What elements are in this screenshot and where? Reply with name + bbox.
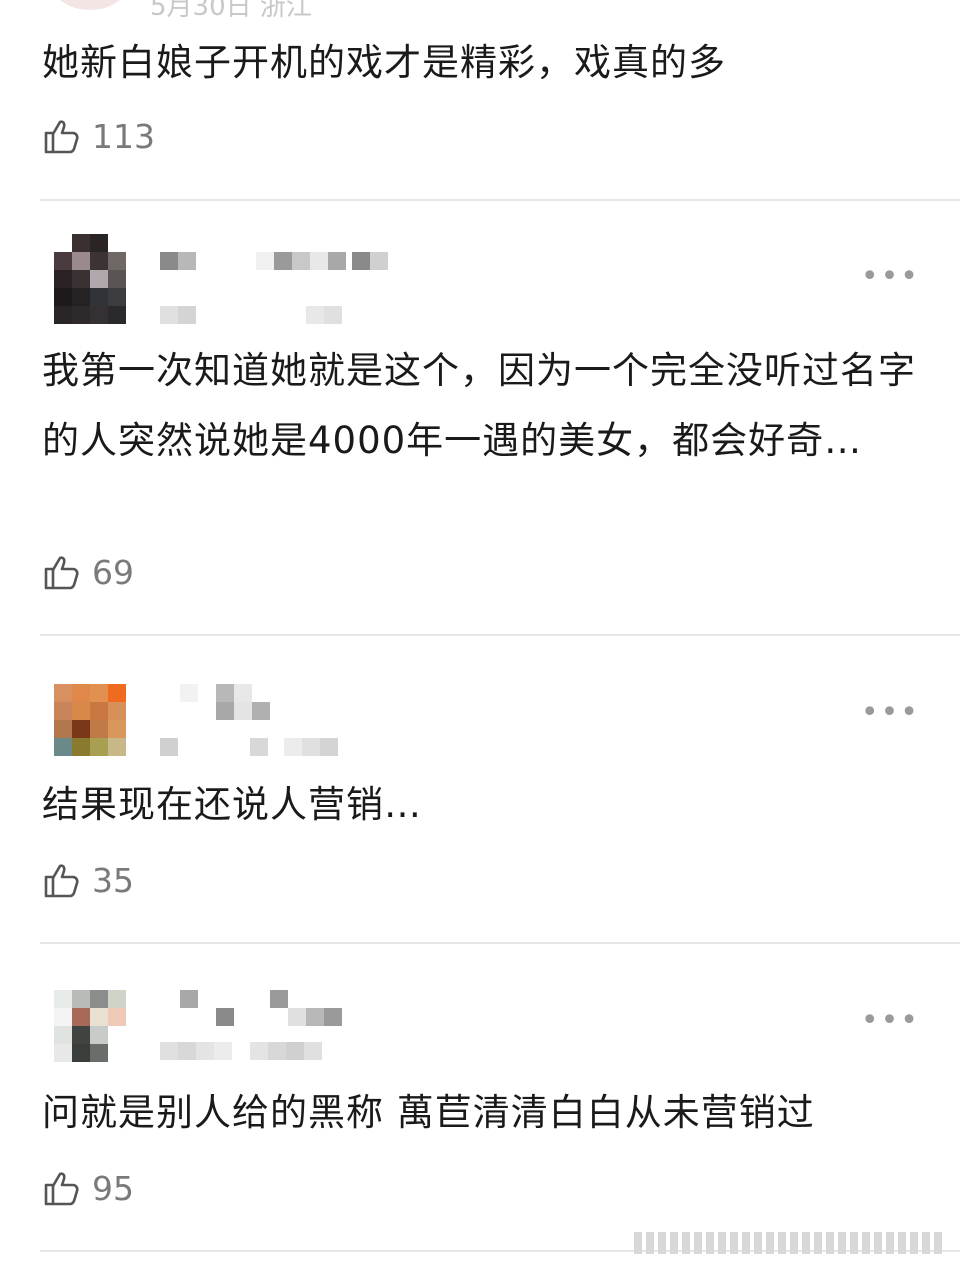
like-button[interactable]: 113	[42, 116, 155, 156]
comment-text: 她新白娘子开机的戏才是精彩，戏真的多	[42, 41, 726, 84]
comment-item: ••• 我第一次知道她就是这个，因为一个完全没听过名字的人突然说她是4000年一…	[0, 200, 960, 636]
avatar[interactable]	[54, 684, 126, 756]
comment-top: 5月30日 浙江 她新白娘子开机的戏才是精彩，戏真的多 113	[0, 0, 960, 200]
comment-item: ••• 问就是别人给的黑称 萬苣清清白白从未营销过 95	[0, 944, 960, 1254]
bottom-mosaic	[634, 1232, 942, 1254]
avatar[interactable]	[54, 990, 126, 1062]
comment-meta: 5月30日 浙江	[150, 0, 312, 22]
like-button[interactable]: 35	[42, 860, 134, 900]
thumbs-up-icon	[44, 1172, 79, 1206]
comment-text: 我第一次知道她就是这个，因为一个完全没听过名字的人突然说她是4000年一遇的美女…	[42, 349, 916, 462]
username-mosaic[interactable]	[160, 252, 388, 270]
like-count: 95	[92, 1168, 134, 1208]
comment-text: 问就是别人给的黑称 萬苣清清白白从未营销过	[42, 1091, 815, 1134]
meta-mosaic	[160, 1042, 322, 1060]
like-button[interactable]: 69	[42, 552, 134, 592]
avatar[interactable]	[50, 0, 130, 10]
username-mosaic[interactable]	[180, 684, 252, 702]
username-mosaic-2[interactable]	[216, 702, 270, 720]
more-dots-icon[interactable]: •••	[861, 1006, 920, 1036]
thumbs-up-icon	[44, 556, 79, 590]
like-count: 69	[92, 552, 134, 592]
meta-mosaic	[160, 306, 342, 324]
username-mosaic-2[interactable]	[216, 1008, 342, 1026]
more-dots-icon[interactable]: •••	[861, 698, 920, 728]
like-count: 35	[92, 860, 134, 900]
more-dots-icon[interactable]: •••	[861, 262, 920, 292]
comment-item: ••• 结果现在还说人营销… 35	[0, 636, 960, 944]
username-mosaic[interactable]	[180, 990, 288, 1008]
thumbs-up-icon	[44, 120, 79, 154]
comment-text: 结果现在还说人营销…	[42, 783, 422, 826]
like-button[interactable]: 95	[42, 1168, 134, 1208]
meta-mosaic	[160, 738, 338, 756]
thumbs-up-icon	[44, 864, 79, 898]
avatar[interactable]	[54, 234, 126, 324]
like-count: 113	[92, 116, 155, 156]
